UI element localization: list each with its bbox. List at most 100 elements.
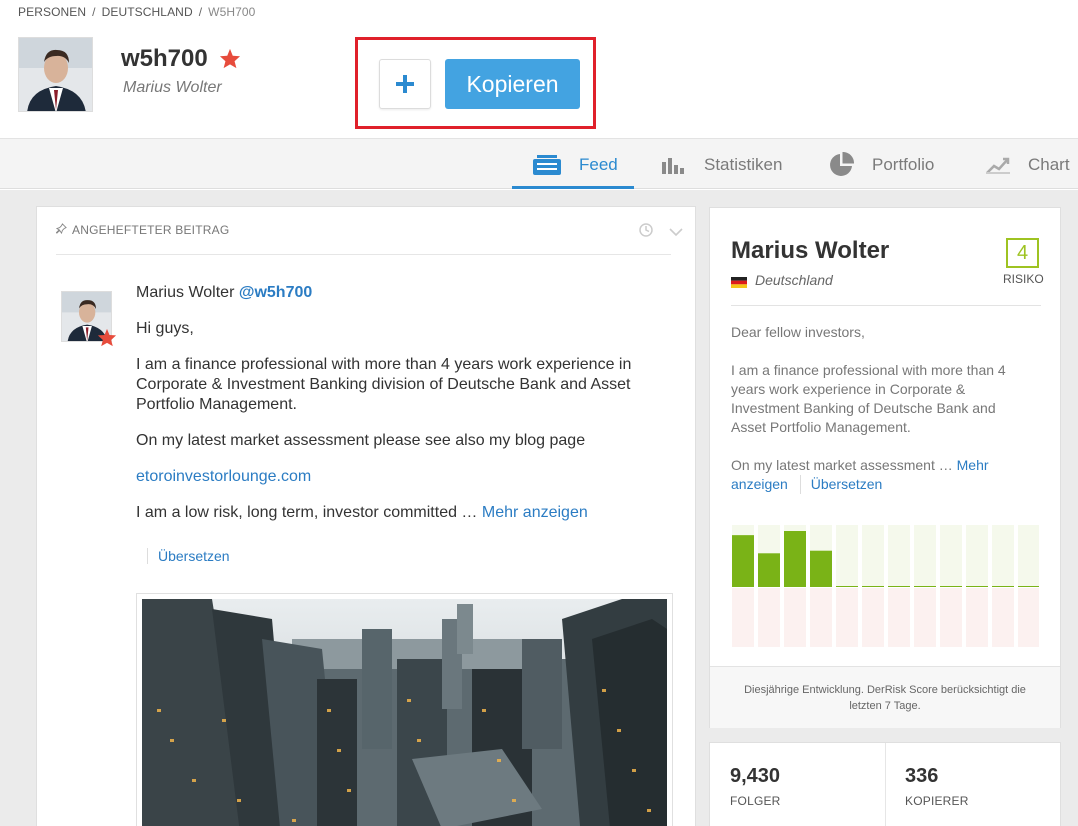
- profile-avatar: [18, 37, 93, 112]
- breadcrumb: PERSONEN / DEUTSCHLAND / W5H700: [18, 5, 255, 19]
- translate-link[interactable]: Übersetzen: [158, 548, 230, 564]
- country-name: Deutschland: [755, 272, 833, 288]
- chart-bar-background: [836, 525, 858, 587]
- chart-bar-background: [966, 525, 988, 587]
- chart-bar-background: [888, 588, 910, 647]
- bio-translate-link[interactable]: Übersetzen: [799, 475, 882, 494]
- pinned-post-label: ANGEHEFTETER BEITRAG: [72, 223, 230, 237]
- chart-bar-background: [914, 525, 936, 587]
- chart-bar-background: [862, 588, 884, 647]
- post-paragraph: On my latest market assessment please se…: [136, 432, 586, 449]
- post-paragraph-truncated: I am a low risk, long term, investor com…: [136, 503, 681, 523]
- star-icon: [97, 328, 117, 352]
- line-chart-icon: [986, 156, 1010, 174]
- breadcrumb-item-personen[interactable]: PERSONEN: [18, 5, 86, 19]
- chart-bar-background: [1018, 525, 1039, 587]
- copy-button[interactable]: Kopieren: [445, 59, 580, 109]
- chart-bar-background: [914, 588, 936, 647]
- chart-bar-background: [992, 525, 1014, 587]
- chart-bar-background: [940, 588, 962, 647]
- followers-label: FOLGER: [730, 794, 781, 808]
- add-to-watchlist-button[interactable]: [379, 59, 431, 109]
- chart-bar-background: [992, 588, 1014, 647]
- breadcrumb-item-country[interactable]: DEUTSCHLAND: [102, 5, 193, 19]
- bio-more-row: On my latest market assessment … Mehr an…: [731, 456, 1031, 494]
- bio-text: I am a finance professional with more th…: [731, 362, 1006, 435]
- breadcrumb-separator: /: [92, 5, 96, 19]
- profile-real-name: Marius Wolter: [123, 79, 222, 96]
- blog-link[interactable]: etoroinvestorlounge.com: [136, 467, 681, 487]
- divider: [885, 743, 886, 826]
- performance-bar-chart: [732, 525, 1039, 647]
- tab-statistics[interactable]: Statistiken: [662, 139, 782, 190]
- followers-stat[interactable]: 9,430 FOLGER: [730, 765, 781, 808]
- chart-bar[interactable]: [966, 586, 988, 587]
- divider: [731, 305, 1041, 306]
- pie-chart-icon: [829, 152, 854, 177]
- divider: [56, 254, 671, 255]
- chart-bar-background: [758, 588, 780, 647]
- profile-card-name: Marius Wolter: [731, 237, 890, 264]
- chart-bar-background: [1018, 588, 1039, 647]
- risk-score-label: RISIKO: [1003, 272, 1044, 286]
- breadcrumb-separator: /: [198, 5, 203, 19]
- pinned-post-header: ANGEHEFTETER BEITRAG: [55, 223, 230, 237]
- chart-bar[interactable]: [940, 586, 962, 587]
- divider: [147, 548, 148, 564]
- followers-count: 9,430: [730, 765, 781, 787]
- tab-feed-label: Feed: [579, 154, 618, 174]
- chart-bar-background: [966, 588, 988, 647]
- post-author-handle[interactable]: @w5h700: [239, 284, 312, 301]
- history-icon[interactable]: [638, 222, 654, 243]
- post-greeting: Hi guys,: [136, 320, 194, 337]
- post-author-name[interactable]: Marius Wolter: [136, 284, 234, 301]
- chart-bar[interactable]: [758, 553, 780, 587]
- plus-icon: [396, 75, 414, 93]
- active-tab-indicator: [512, 186, 634, 189]
- copiers-label: KOPIERER: [905, 794, 969, 808]
- post-paragraph-text: I am a low risk, long term, investor com…: [136, 504, 478, 521]
- chart-bar[interactable]: [992, 586, 1014, 587]
- chart-bar[interactable]: [784, 531, 806, 587]
- chart-bar[interactable]: [888, 586, 910, 587]
- tab-chart[interactable]: Chart: [986, 139, 1070, 190]
- chart-bar-background: [940, 525, 962, 587]
- chart-bar-background: [888, 525, 910, 587]
- chart-bar[interactable]: [836, 586, 858, 587]
- tab-chart-label: Chart: [1028, 154, 1070, 174]
- post-author-line: Marius Wolter @w5h700: [136, 283, 681, 303]
- profile-username: w5h700: [121, 45, 208, 72]
- pin-icon: [55, 223, 67, 237]
- post-body: Marius Wolter @w5h700 Hi guys, I am a fi…: [136, 283, 681, 523]
- show-more-link[interactable]: Mehr anzeigen: [482, 504, 588, 521]
- chart-bar-background: [784, 588, 806, 647]
- bio-more-prefix: On my latest market assessment …: [731, 457, 953, 473]
- tab-feed[interactable]: Feed: [533, 139, 618, 190]
- risk-score-badge[interactable]: 4: [1006, 238, 1039, 268]
- chart-bar-background: [836, 588, 858, 647]
- germany-flag-icon: [731, 275, 747, 288]
- chart-bar[interactable]: [914, 586, 936, 587]
- feed-icon: [533, 154, 561, 175]
- tab-portfolio[interactable]: Portfolio: [829, 139, 934, 190]
- copiers-stat[interactable]: 336 KOPIERER: [905, 765, 969, 808]
- bio-greeting: Dear fellow investors,: [731, 324, 865, 340]
- post-image[interactable]: [136, 593, 673, 826]
- chart-bar[interactable]: [732, 535, 754, 587]
- chart-bar-background: [862, 525, 884, 587]
- chart-bar[interactable]: [810, 550, 832, 587]
- breadcrumb-item-current: W5H700: [208, 5, 256, 19]
- chart-bar[interactable]: [1018, 586, 1039, 587]
- profile-bio: Dear fellow investors, I am a finance pr…: [731, 323, 1031, 513]
- copiers-count: 336: [905, 765, 939, 787]
- chart-bar-background: [810, 588, 832, 647]
- country-row: Deutschland: [731, 272, 833, 288]
- pinned-post-card: ANGEHEFTETER BEITRAG Marius Wolter @w5h7…: [36, 206, 696, 826]
- chart-bar-background: [732, 588, 754, 647]
- translate-row: Übersetzen: [147, 548, 230, 564]
- chevron-down-icon[interactable]: [669, 224, 683, 242]
- tab-statistics-label: Statistiken: [704, 154, 783, 174]
- tabs-bar: Feed Statistiken Portfolio Chart: [0, 138, 1078, 189]
- post-paragraph: I am a finance professional with more th…: [136, 356, 632, 413]
- chart-bar[interactable]: [862, 586, 884, 587]
